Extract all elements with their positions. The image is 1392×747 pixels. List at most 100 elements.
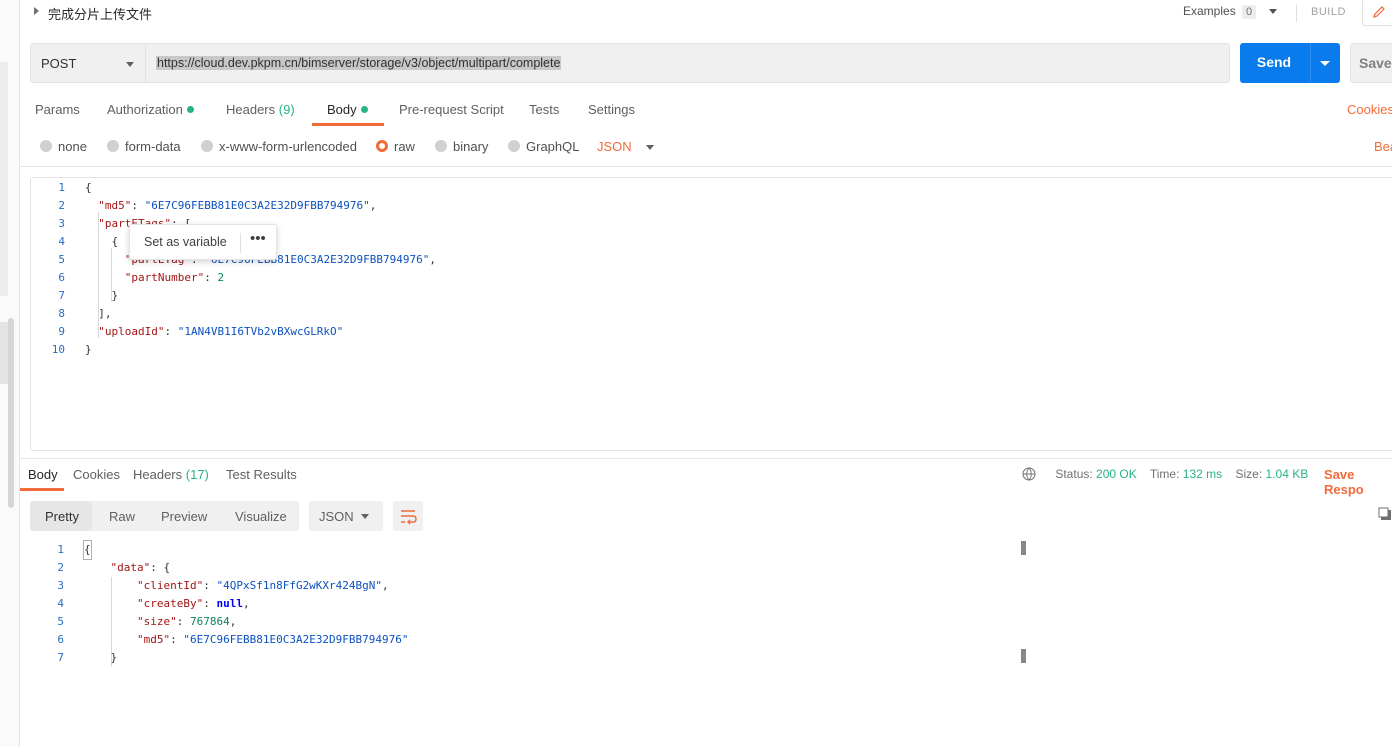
radio-binary[interactable]: binary (435, 139, 488, 154)
divider (1310, 43, 1311, 83)
divider (20, 458, 1392, 459)
time-value[interactable]: 132 ms (1183, 467, 1222, 481)
tab-label: Settings (588, 102, 635, 117)
response-tab-test-results[interactable]: Test Results (226, 461, 297, 491)
wrap-lines-button[interactable] (393, 501, 423, 531)
tab-label: Cookies (73, 467, 120, 482)
radio-graphql[interactable]: GraphQL (508, 139, 579, 154)
method-select[interactable]: POST (30, 43, 146, 83)
size-value[interactable]: 1.04 KB (1266, 467, 1309, 481)
radio-label: x-www-form-urlencoded (219, 139, 357, 154)
view-visualize[interactable]: Visualize (235, 509, 287, 524)
response-format-select[interactable]: JSON (309, 501, 383, 531)
view-raw[interactable]: Raw (109, 509, 135, 524)
tab-tests[interactable]: Tests (529, 96, 559, 126)
request-name[interactable]: 完成分片上传文件 (48, 4, 152, 23)
url-input[interactable]: https://cloud.dev.pkpm.cn/bimserver/stor… (146, 43, 1230, 83)
sidebar-scrollbar[interactable] (8, 318, 14, 508)
examples-count-badge: 0 (1242, 5, 1257, 19)
tab-pre-request-script[interactable]: Pre-request Script (399, 96, 504, 126)
headers-count: (9) (278, 102, 295, 117)
status-dot-icon (186, 106, 194, 113)
status-dot-icon (360, 106, 368, 113)
set-as-variable-popup: Set as variable ••• (129, 224, 277, 260)
divider (240, 233, 241, 253)
url-value: https://cloud.dev.pkpm.cn/bimserver/stor… (156, 56, 562, 70)
sidebar-panel (0, 62, 8, 296)
view-pretty[interactable]: Pretty (45, 509, 79, 524)
radio-label: raw (394, 139, 415, 154)
wrap-lines-icon (401, 510, 417, 525)
response-scrollbar[interactable] (1021, 541, 1026, 665)
build-mode-label[interactable]: BUILD (1311, 6, 1346, 18)
copy-icon[interactable] (1378, 507, 1392, 521)
sidebar-panel (0, 322, 8, 384)
tab-label: Test Results (226, 467, 297, 482)
tab-settings[interactable]: Settings (588, 96, 635, 126)
divider (1296, 4, 1297, 22)
save-response-button[interactable]: Save Respo (1324, 467, 1392, 497)
tab-label: Params (35, 102, 80, 117)
radio-icon (40, 140, 52, 152)
sidebar-edge (0, 0, 20, 747)
view-preview[interactable]: Preview (161, 509, 207, 524)
radio-selected-icon (376, 140, 388, 152)
tab-label: Body (28, 467, 58, 482)
examples-label: Examples (1183, 4, 1236, 18)
tab-params[interactable]: Params (35, 96, 80, 126)
tab-label: Headers (226, 102, 276, 117)
response-body-viewer[interactable]: 1{ 2 "data": { 3 "clientId": "4QPxSf1n8F… (30, 540, 1026, 667)
divider (20, 166, 1392, 167)
time-label: Time: (1149, 467, 1180, 481)
cookies-link[interactable]: Cookies (1347, 102, 1392, 117)
tab-body[interactable]: Body (327, 96, 368, 126)
tab-label: Pre-request Script (399, 102, 504, 117)
send-options-chevron-icon[interactable] (1320, 61, 1330, 66)
body-format-select[interactable]: JSON (597, 139, 654, 154)
response-tab-body[interactable]: Body (28, 461, 58, 491)
md5-value: 6E7C96FEBB81E0C3A2E32D9FBB794976 (151, 199, 364, 212)
set-as-variable-button[interactable]: Set as variable (144, 235, 227, 249)
response-format-value: JSON (319, 509, 354, 524)
body-format-value: JSON (597, 139, 632, 154)
headers-count: (17) (185, 467, 209, 482)
part-number-value: 2 (217, 271, 225, 284)
response-tab-headers[interactable]: Headers (17) (133, 461, 209, 491)
pencil-icon (1373, 6, 1385, 18)
view-mode-switcher: Pretty Raw Preview Visualize (30, 501, 299, 531)
save-label: Save (1359, 55, 1392, 71)
request-title-bar: 完成分片上传文件 Examples 0 BUILD (20, 0, 1392, 28)
collapse-caret-icon[interactable] (34, 7, 39, 15)
more-options-icon[interactable]: ••• (250, 230, 266, 247)
tab-label: Tests (529, 102, 560, 117)
response-md5-value: 6E7C96FEBB81E0C3A2E32D9FBB794976 (189, 633, 402, 646)
edit-button[interactable] (1362, 0, 1392, 26)
tab-headers[interactable]: Headers (9) (226, 96, 295, 126)
scroll-marker (1021, 541, 1026, 555)
status-value[interactable]: 200 OK (1096, 467, 1137, 481)
radio-icon (201, 140, 213, 152)
tab-label: Headers (133, 467, 183, 482)
send-button[interactable]: Send (1240, 43, 1340, 83)
save-button[interactable]: Save (1350, 43, 1392, 83)
tab-label: Authorization (107, 102, 183, 117)
request-body-editor[interactable]: 1{ 2 "md5": "6E7C96FEBB81E0C3A2E32D9FBB7… (30, 177, 1392, 451)
chevron-down-icon (1268, 9, 1277, 15)
chevron-down-icon (645, 145, 654, 151)
tab-label: Body (327, 102, 357, 117)
beautify-link[interactable]: Bea (1374, 139, 1392, 154)
radio-form-data[interactable]: form-data (107, 139, 181, 154)
tab-authorization[interactable]: Authorization (107, 96, 194, 126)
create-by-value: null (216, 597, 243, 610)
method-value: POST (41, 56, 77, 71)
send-label: Send (1256, 54, 1292, 70)
size-label: Size: (1235, 467, 1263, 481)
globe-icon[interactable] (1022, 467, 1038, 481)
radio-none[interactable]: none (40, 139, 87, 154)
examples-dropdown[interactable]: Examples 0 (1183, 4, 1277, 19)
response-tab-cookies[interactable]: Cookies (73, 461, 120, 491)
client-id-value: 4QPxSf1n8FfG2wKXr424BgN (223, 579, 376, 592)
radio-icon (107, 140, 119, 152)
radio-x-www-form-urlencoded[interactable]: x-www-form-urlencoded (201, 139, 357, 154)
radio-raw[interactable]: raw (376, 139, 415, 154)
